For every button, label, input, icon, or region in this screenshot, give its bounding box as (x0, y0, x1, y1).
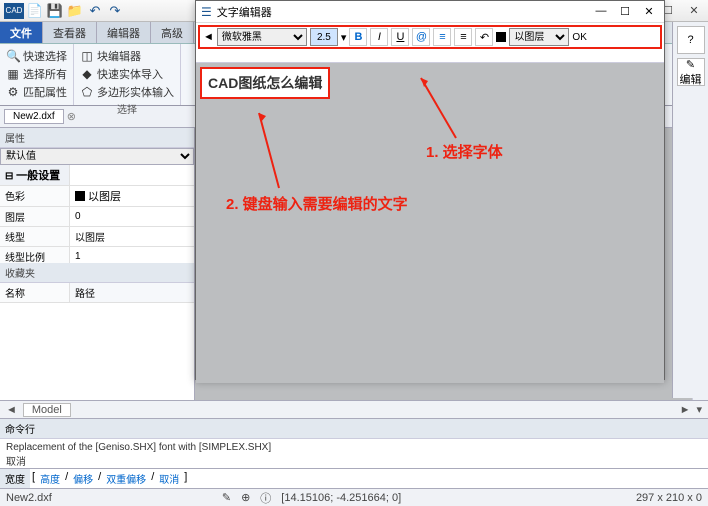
block-icon: ◫ (80, 49, 94, 63)
status-info-icon[interactable]: ⓘ (260, 490, 271, 506)
color-swatch-icon (75, 191, 85, 201)
ribbon-group-select2: ◫块编辑器 ◆快速实体导入 ⬠多边形实体输入 选择 (74, 44, 181, 105)
quick-access-toolbar: CAD 📄 💾 📁 ↶ ↷ (4, 3, 124, 19)
size-dropdown-icon[interactable]: ▾ (341, 31, 347, 44)
prop-row-layer[interactable]: 图层0 (0, 207, 194, 227)
bold-button[interactable]: B (349, 28, 367, 46)
document-tab-new2[interactable]: New2.dxf (4, 109, 64, 124)
quick-entity-button[interactable]: ◆快速实体导入 (80, 65, 174, 83)
model-tab-bar: ◄ Model ► ▾ (0, 400, 708, 418)
tab-menu-icon[interactable]: ▾ (696, 403, 702, 416)
new-icon[interactable]: 📄 (26, 3, 44, 19)
prop-row-color[interactable]: 色彩以图层 (0, 186, 194, 207)
status-bar: New2.dxf ✎ ⊕ ⓘ [14.15106; -4.251664; 0] … (0, 488, 708, 506)
save-icon[interactable]: 💾 (46, 3, 64, 19)
align-left-icon[interactable]: ≡ (433, 28, 451, 46)
ok-button[interactable]: OK (572, 32, 586, 43)
command-log: Replacement of the [Geniso.SHX] font wit… (0, 438, 708, 468)
italic-button[interactable]: I (370, 28, 388, 46)
favorites-header: 收藏夹 (0, 263, 194, 283)
status-tool-icon[interactable]: ✎ (222, 491, 231, 504)
text-editor-titlebar[interactable]: ☰ 文字编辑器 — ☐ ✕ (196, 1, 664, 23)
model-tab[interactable]: Model (23, 403, 71, 417)
text-editor-ruler (196, 51, 664, 63)
select-all-icon: ▦ (6, 67, 20, 81)
redo-icon[interactable]: ↷ (106, 3, 124, 19)
text-editor-canvas[interactable]: CAD图纸怎么编辑 1. 选择字体 2. 键盘输入需要编辑的文字 (196, 63, 664, 383)
tab-advanced[interactable]: 高级 (151, 22, 194, 43)
te-minimize-button[interactable]: — (591, 5, 611, 18)
cmd-opt-height[interactable]: 高度 (37, 469, 63, 488)
annotation-1: 1. 选择字体 (426, 141, 503, 162)
quick-select-icon: 🔍 (6, 49, 20, 63)
section-general: ⊟ 一般设置 (0, 165, 70, 185)
align-center-icon[interactable]: ≡ (454, 28, 472, 46)
te-close-button[interactable]: ✕ (639, 5, 659, 18)
text-editor-title: 文字编辑器 (217, 4, 272, 20)
command-input-row: 宽度 [ 高度/ 偏移/ 双重偏移/ 取消 ] (0, 468, 708, 488)
te-maximize-button[interactable]: ☐ (615, 5, 635, 18)
annotation-arrow-1 (416, 73, 476, 143)
undo-te-icon[interactable]: ↶ (475, 28, 493, 46)
favorites-columns: 名称路径 (0, 283, 194, 303)
font-family-select[interactable]: 微软雅黑 (217, 28, 307, 46)
match-icon: ⚙ (6, 85, 20, 99)
text-editor-toolbar: ◄ 微软雅黑 ▾ B I U @ ≡ ≡ ↶ 以图层 OK (198, 25, 662, 49)
prop-row-linetype[interactable]: 线型以图层 (0, 227, 194, 247)
status-filename: New2.dxf (6, 492, 52, 504)
default-value-select[interactable]: 默认值 (0, 148, 194, 165)
command-input[interactable] (189, 469, 708, 488)
rside-edit-button[interactable]: ✎编辑 (677, 58, 705, 86)
text-editor-window: ☰ 文字编辑器 — ☐ ✕ ◄ 微软雅黑 ▾ B I U @ ≡ ≡ ↶ 以图层… (195, 0, 665, 380)
properties-header: 属性 (0, 128, 194, 148)
ribbon-group-label: 选择 (80, 101, 174, 116)
command-line-header: 命令行 (0, 418, 708, 438)
tab-viewer[interactable]: 查看器 (43, 22, 97, 43)
status-dimensions: 297 x 210 x 0 (636, 492, 702, 504)
annotation-2: 2. 键盘输入需要编辑的文字 (226, 193, 408, 214)
quick-select-button[interactable]: 🔍快速选择 (6, 47, 67, 65)
tab-editor[interactable]: 编辑器 (97, 22, 151, 43)
annotation-arrow-2 (254, 108, 294, 193)
prop-row-ltscale[interactable]: 线型比例1 (0, 247, 194, 263)
layer-color-swatch-icon (496, 32, 506, 42)
block-editor-button[interactable]: ◫块编辑器 (80, 47, 174, 65)
cmd-opt-doffset[interactable]: 双重偏移 (103, 469, 149, 488)
font-size-input[interactable] (310, 28, 338, 46)
right-sidebar: ? ✎编辑 (672, 22, 708, 398)
text-input-box[interactable]: CAD图纸怎么编辑 (200, 67, 330, 99)
polygon-entity-button[interactable]: ⬠多边形实体输入 (80, 83, 174, 101)
undo-icon[interactable]: ↶ (86, 3, 104, 19)
open-icon[interactable]: 📁 (66, 3, 84, 19)
cmd-opt-offset[interactable]: 偏移 (70, 469, 96, 488)
match-props-button[interactable]: ⚙匹配属性 (6, 83, 67, 101)
tab-close-icon[interactable]: ⊗ (67, 110, 76, 123)
tab-nav-prev-icon[interactable]: ◄ (6, 404, 17, 416)
layer-select[interactable]: 以图层 (509, 28, 569, 46)
app-logo-icon: CAD (4, 3, 24, 19)
cmd-opt-cancel[interactable]: 取消 (156, 469, 182, 488)
tab-nav-next-icon[interactable]: ► (680, 404, 691, 416)
edit-icon: ✎ (686, 58, 695, 71)
at-button[interactable]: @ (412, 28, 430, 46)
underline-button[interactable]: U (391, 28, 409, 46)
help-icon: ? (687, 34, 693, 46)
tab-file[interactable]: 文件 (0, 22, 43, 43)
close-button[interactable]: ✕ (684, 4, 704, 17)
rside-help-button[interactable]: ? (677, 26, 705, 54)
text-editor-icon: ☰ (201, 5, 212, 19)
properties-table: ⊟ 一般设置 色彩以图层 图层0 线型以图层 线型比例1 线宽以图层 (0, 165, 194, 263)
command-prompt-label: 宽度 (0, 469, 30, 488)
select-all-button[interactable]: ▦选择所有 (6, 65, 67, 83)
ribbon-group-select1: 🔍快速选择 ▦选择所有 ⚙匹配属性 (0, 44, 74, 105)
status-crosshair-icon[interactable]: ⊕ (241, 491, 250, 504)
status-coords: [14.15106; -4.251664; 0] (281, 492, 401, 504)
polygon-icon: ⬠ (80, 85, 94, 99)
entity-icon: ◆ (80, 67, 94, 81)
properties-panel: 属性 默认值 ⊟ 一般设置 色彩以图层 图层0 线型以图层 线型比例1 线宽以图… (0, 128, 195, 400)
font-prev-icon[interactable]: ◄ (203, 31, 214, 43)
